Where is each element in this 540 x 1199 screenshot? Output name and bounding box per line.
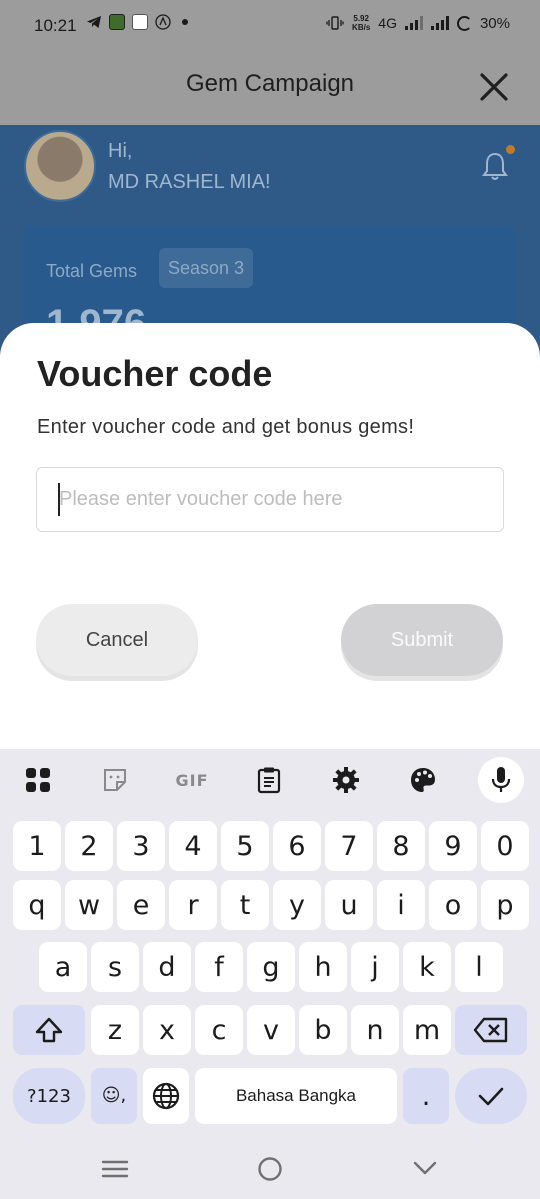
season-badge: Season 3 <box>159 248 254 288</box>
checkmark-icon <box>478 1087 504 1106</box>
key-3[interactable]: 3 <box>117 821 165 871</box>
close-icon[interactable] <box>476 69 512 105</box>
emoji-key[interactable]: ☺, <box>91 1068 137 1124</box>
key-e[interactable]: e <box>117 880 165 930</box>
key-l[interactable]: l <box>455 942 503 992</box>
app-header: Gem Campaign <box>0 50 540 125</box>
greeting: Hi, <box>108 140 133 162</box>
notification-dot <box>506 145 515 154</box>
user-name: MD RASHEL MIA! <box>108 171 271 193</box>
backspace-icon <box>473 1017 508 1043</box>
keyboard-toolbar: GIF <box>0 749 540 811</box>
globe-icon <box>152 1082 180 1110</box>
battery-level: 30% <box>479 14 510 32</box>
avatar <box>24 130 96 202</box>
key-w[interactable]: w <box>65 880 113 930</box>
total-gems-label: Total Gems <box>46 261 138 281</box>
key-6[interactable]: 6 <box>273 821 321 871</box>
key-n[interactable]: n <box>351 1005 399 1055</box>
shift-key[interactable] <box>13 1005 85 1055</box>
key-d[interactable]: d <box>143 942 191 992</box>
key-1[interactable]: 1 <box>13 821 61 871</box>
c-app-icon <box>132 14 148 30</box>
gif-icon[interactable]: GIF <box>169 757 215 803</box>
app-thumbnail-icon <box>109 14 125 30</box>
period-key[interactable]: . <box>403 1068 449 1124</box>
battery-icon <box>456 15 472 31</box>
key-t[interactable]: t <box>221 880 269 930</box>
network-speed: 5.92 KB/s <box>352 14 370 32</box>
key-7[interactable]: 7 <box>325 821 373 871</box>
gif-label: GIF <box>175 770 209 790</box>
speed-unit: KB/s <box>352 23 371 32</box>
sticker-icon[interactable] <box>92 757 138 803</box>
signal-icon <box>404 16 423 30</box>
key-z[interactable]: z <box>91 1005 139 1055</box>
key-a[interactable]: a <box>39 942 87 992</box>
telegram-icon <box>87 16 101 28</box>
settings-gear-icon[interactable] <box>323 757 369 803</box>
recents-icon[interactable] <box>100 1155 130 1183</box>
globe-key[interactable] <box>143 1068 189 1124</box>
key-y[interactable]: y <box>273 880 321 930</box>
signal-icon <box>430 16 449 30</box>
key-f[interactable]: f <box>195 942 243 992</box>
a-app-icon <box>155 14 171 30</box>
vibrate-icon <box>326 16 344 30</box>
key-o[interactable]: o <box>429 880 477 930</box>
clipboard-icon[interactable] <box>246 757 292 803</box>
key-8[interactable]: 8 <box>377 821 425 871</box>
back-icon[interactable] <box>410 1155 440 1183</box>
sheet-title: Voucher code <box>37 353 273 394</box>
key-b[interactable]: b <box>299 1005 347 1055</box>
key-i[interactable]: i <box>377 880 425 930</box>
voucher-bottom-sheet: Voucher code Enter voucher code and get … <box>0 323 540 749</box>
home-icon[interactable] <box>255 1155 285 1183</box>
symbols-key[interactable]: ?123 <box>13 1068 85 1124</box>
key-9[interactable]: 9 <box>429 821 477 871</box>
system-icons: 5.92 KB/s 4G 30% <box>326 14 510 32</box>
key-p[interactable]: p <box>481 880 529 930</box>
text-cursor <box>58 483 60 516</box>
voucher-code-input[interactable] <box>36 467 504 532</box>
key-s[interactable]: s <box>91 942 139 992</box>
key-u[interactable]: u <box>325 880 373 930</box>
key-k[interactable]: k <box>403 942 451 992</box>
cancel-button[interactable]: Cancel <box>36 604 198 676</box>
shift-icon <box>35 1017 63 1043</box>
status-bar: 10:21 5.92 KB/s 4G 30% <box>0 0 540 50</box>
key-5[interactable]: 5 <box>221 821 269 871</box>
status-time: 10:21 <box>34 16 77 35</box>
notification-icons <box>86 14 188 30</box>
key-h[interactable]: h <box>299 942 347 992</box>
key-q[interactable]: q <box>13 880 61 930</box>
key-g[interactable]: g <box>247 942 295 992</box>
system-nav-bar <box>0 1137 540 1199</box>
sheet-subtitle: Enter voucher code and get bonus gems! <box>37 416 415 438</box>
backspace-key[interactable] <box>455 1005 527 1055</box>
speed-value: 5.92 <box>353 14 369 23</box>
key-0[interactable]: 0 <box>481 821 529 871</box>
network-type: 4G <box>378 15 397 31</box>
key-v[interactable]: v <box>247 1005 295 1055</box>
key-4[interactable]: 4 <box>169 821 217 871</box>
submit-button[interactable]: Submit <box>341 604 503 676</box>
soft-keyboard: GIF 1 2 3 4 5 6 7 8 9 0 q w e r t y u i … <box>0 749 540 1137</box>
bell-icon[interactable] <box>480 150 510 182</box>
key-j[interactable]: j <box>351 942 399 992</box>
key-m[interactable]: m <box>403 1005 451 1055</box>
microphone-icon[interactable] <box>478 757 524 803</box>
key-2[interactable]: 2 <box>65 821 113 871</box>
apps-grid-icon[interactable] <box>15 757 61 803</box>
enter-key[interactable] <box>455 1068 527 1124</box>
space-key[interactable]: Bahasa Bangka <box>195 1068 397 1124</box>
palette-icon[interactable] <box>400 757 446 803</box>
key-c[interactable]: c <box>195 1005 243 1055</box>
key-x[interactable]: x <box>143 1005 191 1055</box>
dot-icon <box>182 19 188 25</box>
page-title: Gem Campaign <box>185 70 355 97</box>
key-r[interactable]: r <box>169 880 217 930</box>
